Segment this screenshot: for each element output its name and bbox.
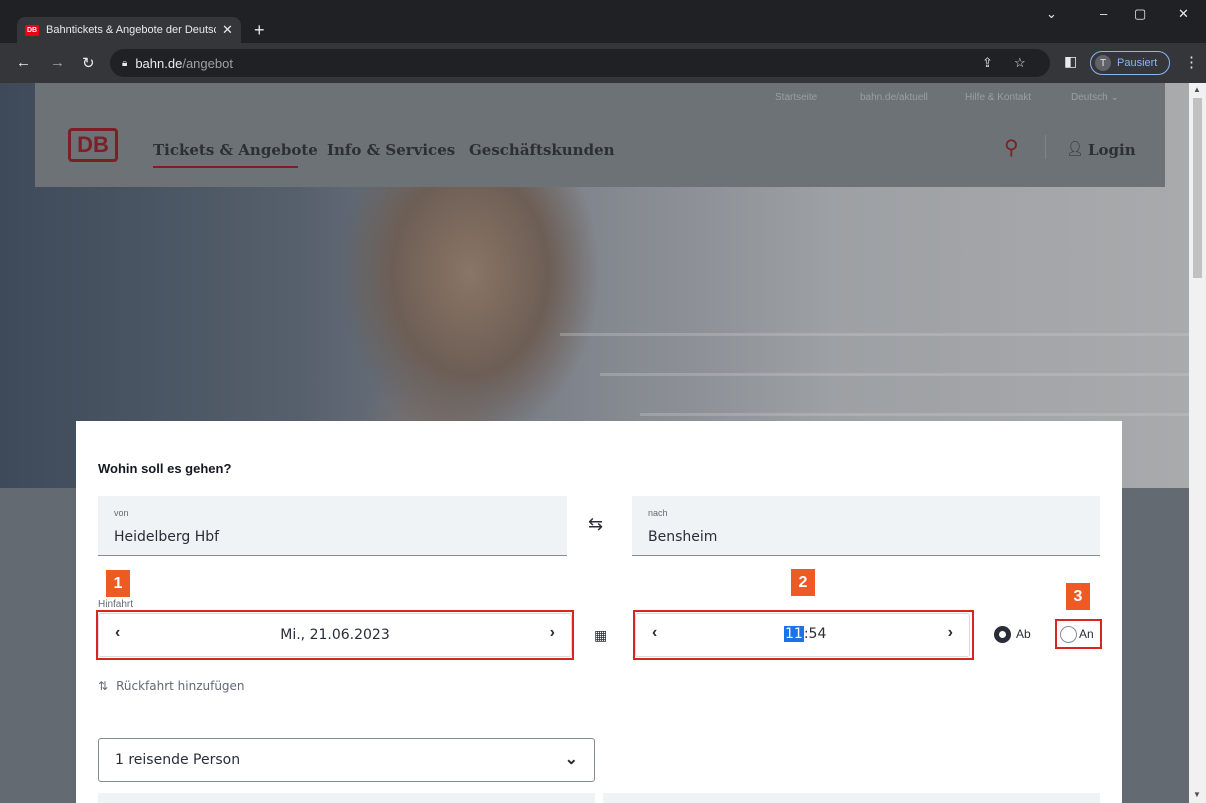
new-tab-button[interactable]: + <box>254 20 265 41</box>
page-scrollbar[interactable]: ▲ ▼ <box>1189 83 1206 803</box>
booking-title: Wohin soll es gehen? <box>98 461 232 476</box>
highlight-time-stepper <box>633 610 974 660</box>
profile-status: Pausiert <box>1117 57 1158 69</box>
header-divider <box>1045 135 1046 159</box>
url-path: /angebot <box>182 55 233 71</box>
browser-tabstrip: DB Bahntickets & Angebote der Deutschen … <box>0 0 1206 43</box>
hero-streak <box>560 333 1189 336</box>
hero-streak <box>640 413 1189 416</box>
profile-button[interactable]: T Pausiert <box>1090 51 1170 75</box>
nav-tickets-angebote[interactable]: Tickets & Angebote <box>153 141 318 159</box>
step-marker-1: 1 <box>106 570 130 597</box>
tab-title: Bahntickets & Angebote der Deutschen Bah… <box>46 24 216 36</box>
from-value: Heidelberg Hbf <box>114 529 220 545</box>
side-panel-icon[interactable]: ◧ <box>1064 53 1077 70</box>
meta-link-aktuell[interactable]: bahn.de/aktuell <box>860 92 928 103</box>
to-value: Bensheim <box>648 529 718 545</box>
radio-ab[interactable] <box>994 626 1011 643</box>
share-icon[interactable]: ⇪ <box>982 55 993 71</box>
add-return-link[interactable]: ⇅ Rückfahrt hinzufügen <box>98 679 245 693</box>
forward-arrow-icon[interactable]: → <box>50 54 65 71</box>
next-field-right[interactable] <box>603 793 1100 803</box>
meta-link-startseite[interactable]: Startseite <box>775 92 817 103</box>
language-selector[interactable]: Deutsch ⌄ <box>1071 92 1119 103</box>
section-label-hinfahrt: Hinfahrt <box>98 599 134 610</box>
scroll-down-icon[interactable]: ▼ <box>1193 790 1201 799</box>
step-marker-2: 2 <box>791 569 815 596</box>
lock-icon: 🔒︎ <box>122 57 128 69</box>
db-favicon-icon: DB <box>25 24 39 36</box>
page-viewport: Startseite bahn.de/aktuell Hilfe & Konta… <box>0 83 1189 803</box>
search-icon[interactable]: ⚲ <box>1004 135 1019 160</box>
scroll-thumb[interactable] <box>1193 98 1202 278</box>
nav-geschaeftskunden[interactable]: Geschäftskunden <box>469 141 615 159</box>
close-window-button[interactable]: ✕ <box>1178 6 1189 22</box>
back-arrow-icon[interactable]: ← <box>16 54 31 71</box>
login-button[interactable]: Login <box>1088 141 1136 159</box>
address-bar[interactable]: 🔒︎ bahn.de /angebot ⇪ ☆ <box>110 49 1050 77</box>
swap-icon[interactable]: ⇆ <box>588 514 603 535</box>
minimize-button[interactable]: – <box>1100 6 1107 21</box>
avatar: T <box>1095 55 1111 71</box>
menu-dots-icon[interactable]: ⋮ <box>1184 53 1199 71</box>
user-icon[interactable]: 👤︎ <box>1066 140 1084 157</box>
step-marker-3: 3 <box>1066 583 1090 610</box>
travellers-select[interactable]: 1 reisende Person ⌄ <box>98 738 595 782</box>
nav-info-services[interactable]: Info & Services <box>327 141 455 159</box>
bookmark-star-icon[interactable]: ☆ <box>1014 55 1026 71</box>
from-field[interactable]: von Heidelberg Hbf <box>98 496 567 556</box>
hero-streak <box>600 373 1189 376</box>
chevron-down-icon: ⌄ <box>564 751 578 768</box>
next-field-left[interactable] <box>98 793 595 803</box>
return-link-label: Rückfahrt hinzufügen <box>116 679 245 693</box>
url-host: bahn.de <box>135 55 183 71</box>
db-logo[interactable]: DB <box>68 128 118 162</box>
to-label: nach <box>648 508 668 518</box>
maximize-button[interactable]: ▢ <box>1134 6 1146 22</box>
reload-icon[interactable]: ↻ <box>82 54 95 72</box>
scroll-up-icon[interactable]: ▲ <box>1193 85 1201 94</box>
browser-tab[interactable]: DB Bahntickets & Angebote der Deutschen … <box>17 17 241 43</box>
calendar-icon[interactable]: ▦ <box>594 627 607 644</box>
meta-link-hilfe[interactable]: Hilfe & Kontakt <box>965 92 1031 103</box>
from-label: von <box>114 508 129 518</box>
return-trip-icon: ⇅ <box>98 679 109 693</box>
highlight-radio-an <box>1055 619 1102 649</box>
travellers-value: 1 reisende Person <box>115 752 241 768</box>
browser-toolbar: ← → ↻ 🔒︎ bahn.de /angebot ⇪ ☆ ◧ T Pausie… <box>0 43 1206 83</box>
radio-ab-label: Ab <box>1016 627 1031 641</box>
nav-active-indicator <box>153 166 298 168</box>
site-header: Startseite bahn.de/aktuell Hilfe & Konta… <box>35 83 1165 187</box>
to-field[interactable]: nach Bensheim <box>632 496 1100 556</box>
tab-close-icon[interactable]: ✕ <box>222 22 233 38</box>
tab-search-icon[interactable]: ⌄ <box>1046 6 1057 22</box>
highlight-date-stepper <box>96 610 574 660</box>
